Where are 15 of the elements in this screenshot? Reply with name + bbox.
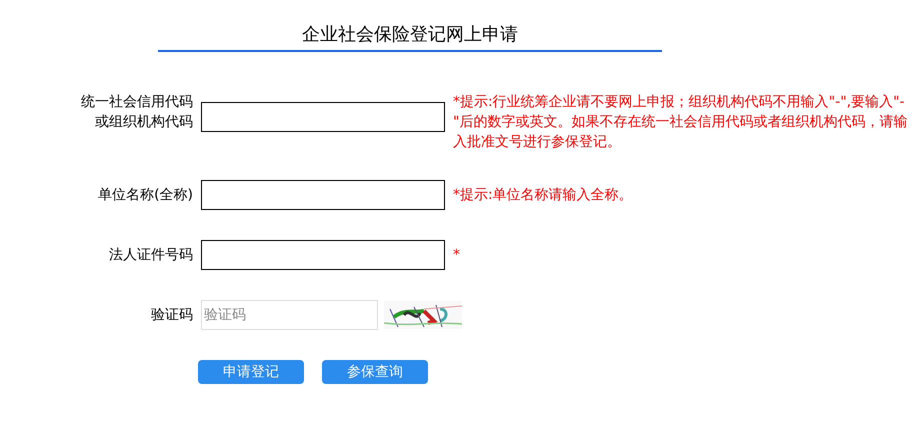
text-input[interactable] xyxy=(201,180,445,210)
apply-button[interactable]: 申请登记 xyxy=(198,360,304,384)
field-label: 统一社会信用代码 xyxy=(80,93,193,112)
captcha-input[interactable]: 验证码 xyxy=(201,300,378,330)
hint-text: * xyxy=(453,246,461,265)
field-label: 验证码 xyxy=(150,306,193,325)
text-input[interactable] xyxy=(201,240,445,270)
page-title: 企业社会保险登记网上申请 xyxy=(302,23,518,47)
hint-text: *提示:单位名称请输入全称。 xyxy=(453,186,634,205)
field-label: 单位名称(全称) xyxy=(97,186,193,205)
hint-text: *提示:行业统筹企业请不要网上申报；组织机构代码不用输入"-",要输入"-"后的数字或英文。如果不存在统一社会信用代码或者组织机构代码，请输入批准文号进行参保登记。 xyxy=(453,93,908,152)
field-label: 法人证件号码 xyxy=(108,246,193,265)
field-label: 或组织机构代码 xyxy=(94,113,193,132)
query-button[interactable]: 参保查询 xyxy=(322,360,428,384)
text-input[interactable] xyxy=(201,102,445,132)
